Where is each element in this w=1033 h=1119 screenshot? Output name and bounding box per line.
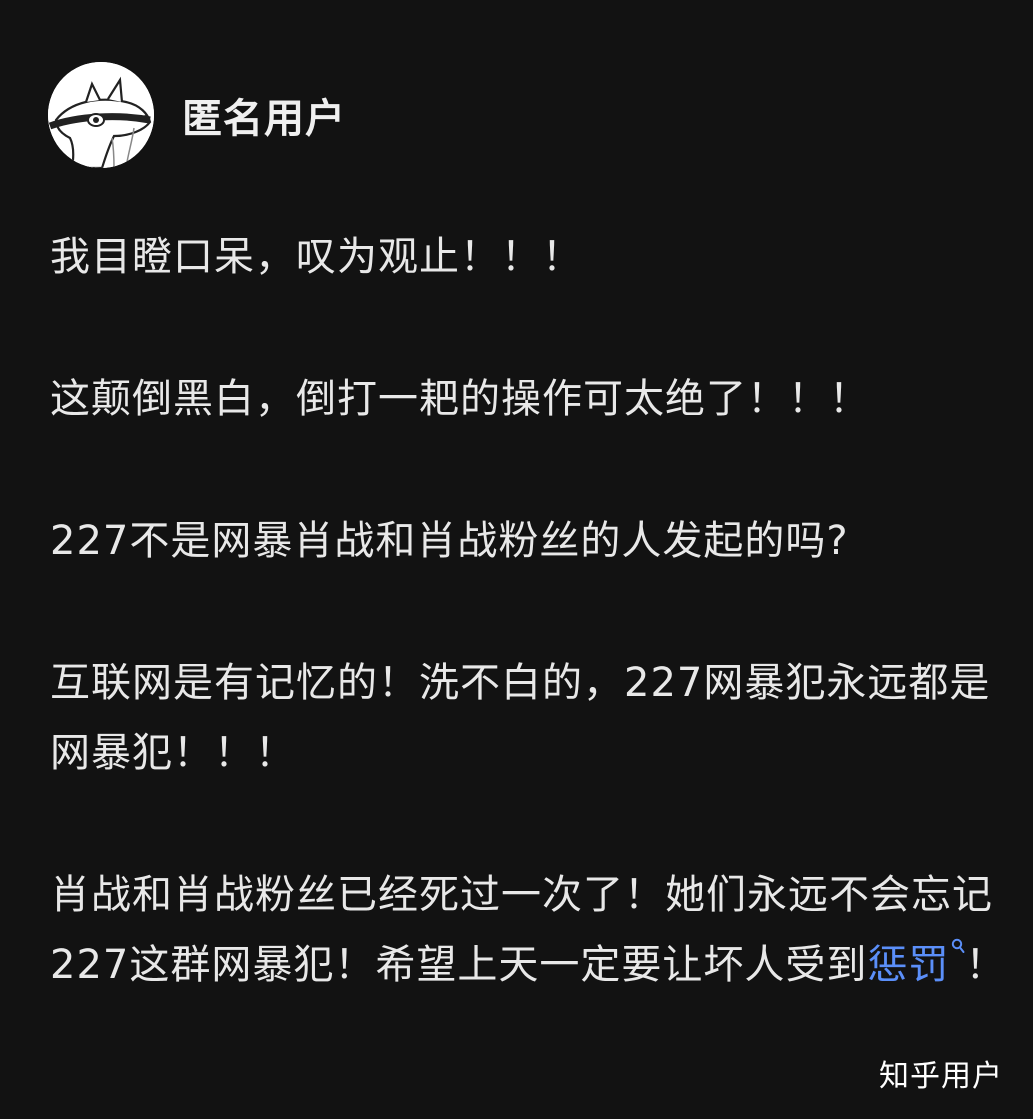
avatar[interactable]	[48, 62, 154, 168]
paragraph-text: 肖战和肖战粉丝已经死过一次了！她们永远不会忘记227这群网暴犯！希望上天一定要让…	[50, 872, 993, 988]
search-keyword-label: 惩罚	[867, 942, 950, 988]
paragraph: 227不是网暴肖战和肖战粉丝的人发起的吗?	[50, 518, 849, 564]
post-content: 我目瞪口呆，叹为观止！！！ 这颠倒黑白，倒打一耙的操作可太绝了！！！ 227不是…	[50, 222, 1010, 1000]
paragraph-text: ！	[965, 942, 1007, 988]
search-icon	[952, 938, 965, 953]
paragraph: 我目瞪口呆，叹为观止！！！	[50, 234, 583, 280]
author-name[interactable]: 匿名用户	[182, 86, 346, 144]
watermark: 知乎用户	[879, 1059, 1003, 1094]
post-header: 匿名用户	[48, 62, 346, 168]
anonymous-fish-cat-avatar-icon	[48, 62, 154, 168]
paragraph: 这颠倒黑白，倒打一耙的操作可太绝了！！！	[50, 376, 870, 422]
paragraph: 互联网是有记忆的！洗不白的，227网暴犯永远都是网暴犯！！！	[50, 660, 991, 776]
paragraph: 肖战和肖战粉丝已经死过一次了！她们永远不会忘记227这群网暴犯！希望上天一定要让…	[50, 860, 1010, 1000]
search-keyword-link[interactable]: 惩罚	[867, 938, 965, 988]
